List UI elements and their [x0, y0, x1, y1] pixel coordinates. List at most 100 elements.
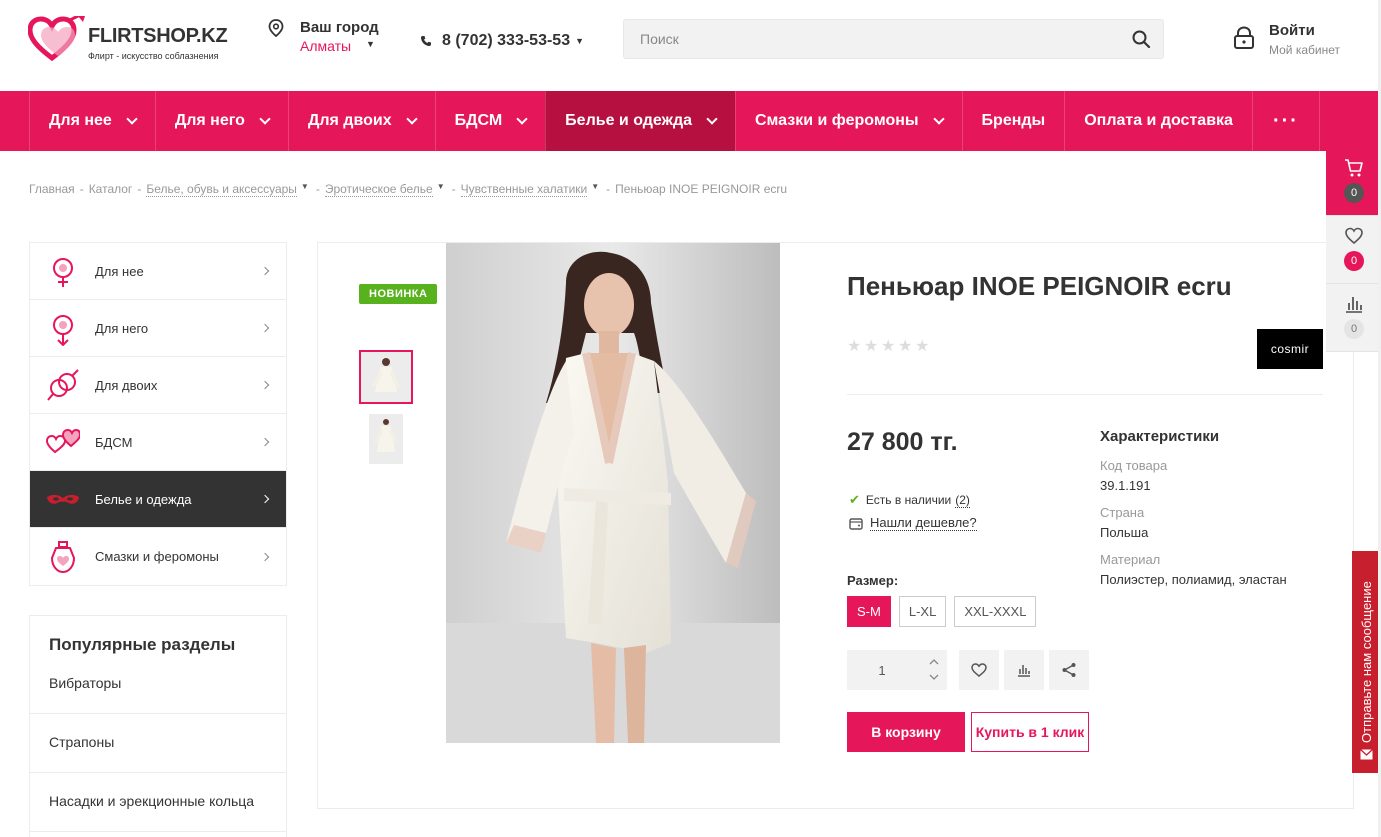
- quantity-input[interactable]: 1: [847, 650, 917, 690]
- caret-down-icon[interactable]: ▼: [301, 182, 309, 197]
- search-icon[interactable]: [1131, 29, 1151, 49]
- char-label: Страна: [1100, 505, 1145, 520]
- heart-logo-icon: [28, 16, 85, 62]
- caret-down-icon[interactable]: ▼: [437, 182, 445, 197]
- size-option[interactable]: S-M: [847, 596, 891, 627]
- cart-count-badge: 0: [1344, 183, 1364, 203]
- city-label: Ваш город: [300, 19, 379, 36]
- nav-item-lubricants[interactable]: Смазки и феромоны: [735, 91, 962, 151]
- city-value[interactable]: Алматы: [300, 38, 351, 54]
- quantity-stepper: 1: [847, 650, 947, 690]
- breadcrumb-current: Пеньюар INOE PEIGNOIR ecru: [615, 182, 788, 196]
- star-icon[interactable]: ★: [881, 339, 895, 355]
- char-value: 39.1.191: [1100, 478, 1151, 493]
- popular-item[interactable]: Насадки и эрекционные кольца: [30, 793, 286, 809]
- breadcrumb-item[interactable]: Белье, обувь и аксессуары: [146, 182, 297, 197]
- star-icon[interactable]: ★: [898, 339, 912, 355]
- phone-icon: [421, 36, 431, 46]
- share-icon: [1062, 663, 1076, 677]
- compare-button[interactable]: 0: [1326, 284, 1381, 352]
- cart-button[interactable]: 0: [1326, 148, 1381, 216]
- nav-item-payment-delivery[interactable]: Оплата и доставка: [1064, 91, 1252, 151]
- checkmark-icon: ✔: [849, 492, 860, 507]
- nav-item-for-two[interactable]: Для двоих: [287, 91, 435, 151]
- rating-stars[interactable]: ★ ★ ★ ★ ★: [847, 339, 929, 355]
- breadcrumb-item[interactable]: Каталог: [89, 182, 133, 197]
- product-thumbnail[interactable]: [359, 414, 413, 468]
- add-to-favorites-button[interactable]: [959, 650, 999, 690]
- divider: [847, 394, 1323, 395]
- char-value: Полиэстер, полиамид, эластан: [1100, 572, 1287, 587]
- female-symbol-icon: [53, 258, 73, 287]
- sidebar-item-for-her[interactable]: Для нее: [30, 243, 286, 300]
- nav-item-bdsm[interactable]: БДСМ: [434, 91, 546, 151]
- sidebar-item-for-him[interactable]: Для него: [30, 300, 286, 357]
- add-to-compare-button[interactable]: [1004, 650, 1044, 690]
- sidebar-item-bdsm[interactable]: БДСМ: [30, 414, 286, 471]
- breadcrumb-item[interactable]: Чувственные халатики: [460, 182, 588, 197]
- share-button[interactable]: [1049, 650, 1089, 690]
- product-thumbnail[interactable]: [359, 350, 413, 404]
- nav-more-button[interactable]: ···: [1251, 91, 1320, 151]
- caret-down-icon[interactable]: ▼: [591, 182, 599, 197]
- male-symbol-icon: [53, 315, 73, 346]
- nav-item-lingerie[interactable]: Белье и одежда: [545, 91, 735, 151]
- compare-count-badge: 0: [1344, 319, 1364, 339]
- stock-status: ✔ Есть в наличии (2): [849, 492, 970, 508]
- sidebar-item-lingerie[interactable]: Белье и одежда: [30, 471, 286, 528]
- search-input[interactable]: [624, 20, 1114, 58]
- more-dots-icon: ···: [1272, 109, 1299, 132]
- breadcrumb-separator: -: [606, 182, 611, 196]
- add-to-cart-button[interactable]: В корзину: [847, 712, 965, 752]
- buy-one-click-button[interactable]: Купить в 1 клик: [971, 712, 1089, 752]
- popular-sections-title: Популярные разделы: [49, 635, 236, 654]
- logo-text: FLIRTSHOP.KZ: [88, 25, 228, 47]
- product-main-image[interactable]: [446, 243, 780, 743]
- brand-logo[interactable]: cosmir: [1257, 329, 1323, 369]
- login-title[interactable]: Войти: [1269, 22, 1315, 39]
- stock-count[interactable]: (2): [955, 493, 970, 508]
- star-icon[interactable]: ★: [864, 339, 878, 355]
- nav-item-label: Для двоих: [307, 112, 392, 129]
- login-subtitle[interactable]: Мой кабинет: [1269, 43, 1340, 57]
- sidebar-item-label: Белье и одежда: [95, 491, 192, 507]
- product-card: НОВИНКА Пеньюар INOE PEIGNOIR ecru ★ ★ ★…: [317, 242, 1354, 809]
- nav-item-label: Белье и одежда: [565, 112, 692, 129]
- nav-item-brands[interactable]: Бренды: [961, 91, 1065, 151]
- product-title: Пеньюар INOE PEIGNOIR ecru: [847, 271, 1232, 301]
- sidebar-item-lubricants[interactable]: Смазки и феромоны: [30, 528, 286, 585]
- chevron-down-icon[interactable]: [929, 672, 939, 682]
- popular-sections: Популярные разделы Вибраторы Страпоны На…: [29, 615, 287, 837]
- phone-number[interactable]: 8 (702) 333-53-53: [442, 32, 570, 50]
- breadcrumb-item[interactable]: Эротическое белье: [324, 182, 433, 197]
- found-cheaper-link[interactable]: Нашли дешевле?: [849, 515, 977, 531]
- heart-icon: [1345, 227, 1363, 245]
- chevron-right-icon: [260, 437, 270, 447]
- lock-icon: [1234, 26, 1254, 49]
- favorites-count-badge: 0: [1344, 251, 1364, 271]
- breadcrumb: Главная - Каталог - Белье, обувь и аксес…: [29, 182, 787, 197]
- heart-icon: [971, 663, 987, 677]
- size-label: Размер:: [847, 573, 899, 588]
- feedback-tab[interactable]: Отправьте нам сообщение: [1352, 551, 1381, 773]
- sidebar-item-for-two[interactable]: Для двоих: [30, 357, 286, 414]
- size-option[interactable]: XXL-XXXL: [954, 596, 1037, 627]
- chevron-right-icon: [260, 380, 270, 390]
- location-pin-icon: [268, 19, 284, 37]
- site-logo[interactable]: FLIRTSHOP.KZ Флирт - искусство соблазнен…: [28, 16, 233, 64]
- chevron-up-icon[interactable]: [929, 657, 939, 667]
- found-cheaper-text[interactable]: Нашли дешевле?: [870, 515, 977, 531]
- breadcrumb-item[interactable]: Главная: [29, 182, 75, 197]
- popular-item[interactable]: Вибраторы: [30, 675, 286, 691]
- star-icon[interactable]: ★: [915, 339, 929, 355]
- caret-down-icon: ▼: [366, 39, 375, 49]
- nav-item-for-her[interactable]: Для нее: [29, 91, 155, 151]
- phone-selector[interactable]: 8 (702) 333-53-53 ▼: [420, 32, 584, 50]
- char-value: Польша: [1100, 525, 1149, 540]
- nav-item-for-him[interactable]: Для него: [154, 91, 288, 151]
- favorites-button[interactable]: 0: [1326, 216, 1381, 284]
- star-icon[interactable]: ★: [847, 339, 861, 355]
- breadcrumb-separator: -: [315, 182, 320, 196]
- popular-item[interactable]: Страпоны: [30, 734, 286, 750]
- size-option[interactable]: L-XL: [898, 596, 947, 627]
